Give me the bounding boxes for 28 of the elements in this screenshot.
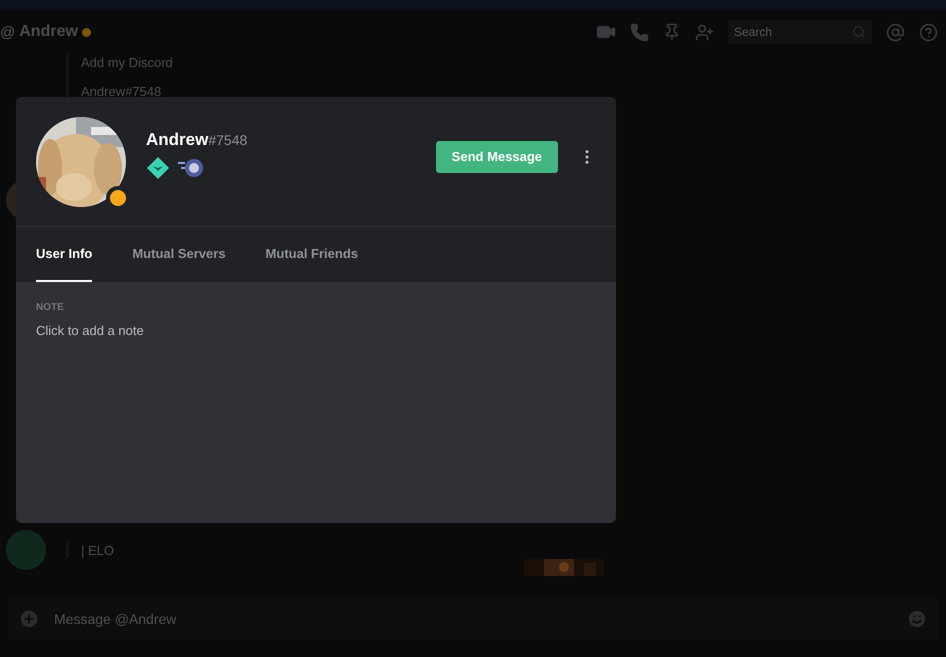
message-text: | ELO xyxy=(81,542,114,558)
channel-title: Andrew xyxy=(19,23,78,41)
search-icon[interactable] xyxy=(852,25,866,39)
user-avatar[interactable] xyxy=(6,530,46,570)
pin-icon[interactable] xyxy=(663,23,681,41)
search-input[interactable]: Search xyxy=(734,25,834,39)
emoji-icon[interactable] xyxy=(906,608,928,630)
profile-tab[interactable]: Mutual Servers xyxy=(132,227,226,282)
message-input[interactable]: Message @Andrew xyxy=(54,611,892,627)
mention-icon[interactable] xyxy=(886,22,905,42)
orb-badge-icon xyxy=(176,156,204,178)
user-tag: #7548 xyxy=(208,132,248,148)
message-text: Andrew#7548 xyxy=(81,84,162,99)
profile-tab[interactable]: Mutual Friends xyxy=(266,227,358,282)
add-user-icon[interactable] xyxy=(695,22,714,42)
phone-icon[interactable] xyxy=(630,22,649,42)
username: Andrew xyxy=(146,130,208,150)
message-text: Add my Discord xyxy=(81,55,173,70)
at-sign: @ xyxy=(0,24,16,40)
diamond-badge-icon xyxy=(146,156,170,180)
message-composer[interactable]: Message @Andrew xyxy=(8,598,938,640)
add-icon[interactable] xyxy=(18,608,40,630)
note-field[interactable]: Click to add a note xyxy=(36,323,336,338)
send-message-button[interactable]: Send Message xyxy=(436,140,558,172)
help-icon[interactable] xyxy=(919,22,938,42)
profile-tab[interactable]: User Info xyxy=(36,227,92,282)
note-label: NOTE xyxy=(36,302,64,313)
search-field[interactable]: Search xyxy=(728,20,872,44)
